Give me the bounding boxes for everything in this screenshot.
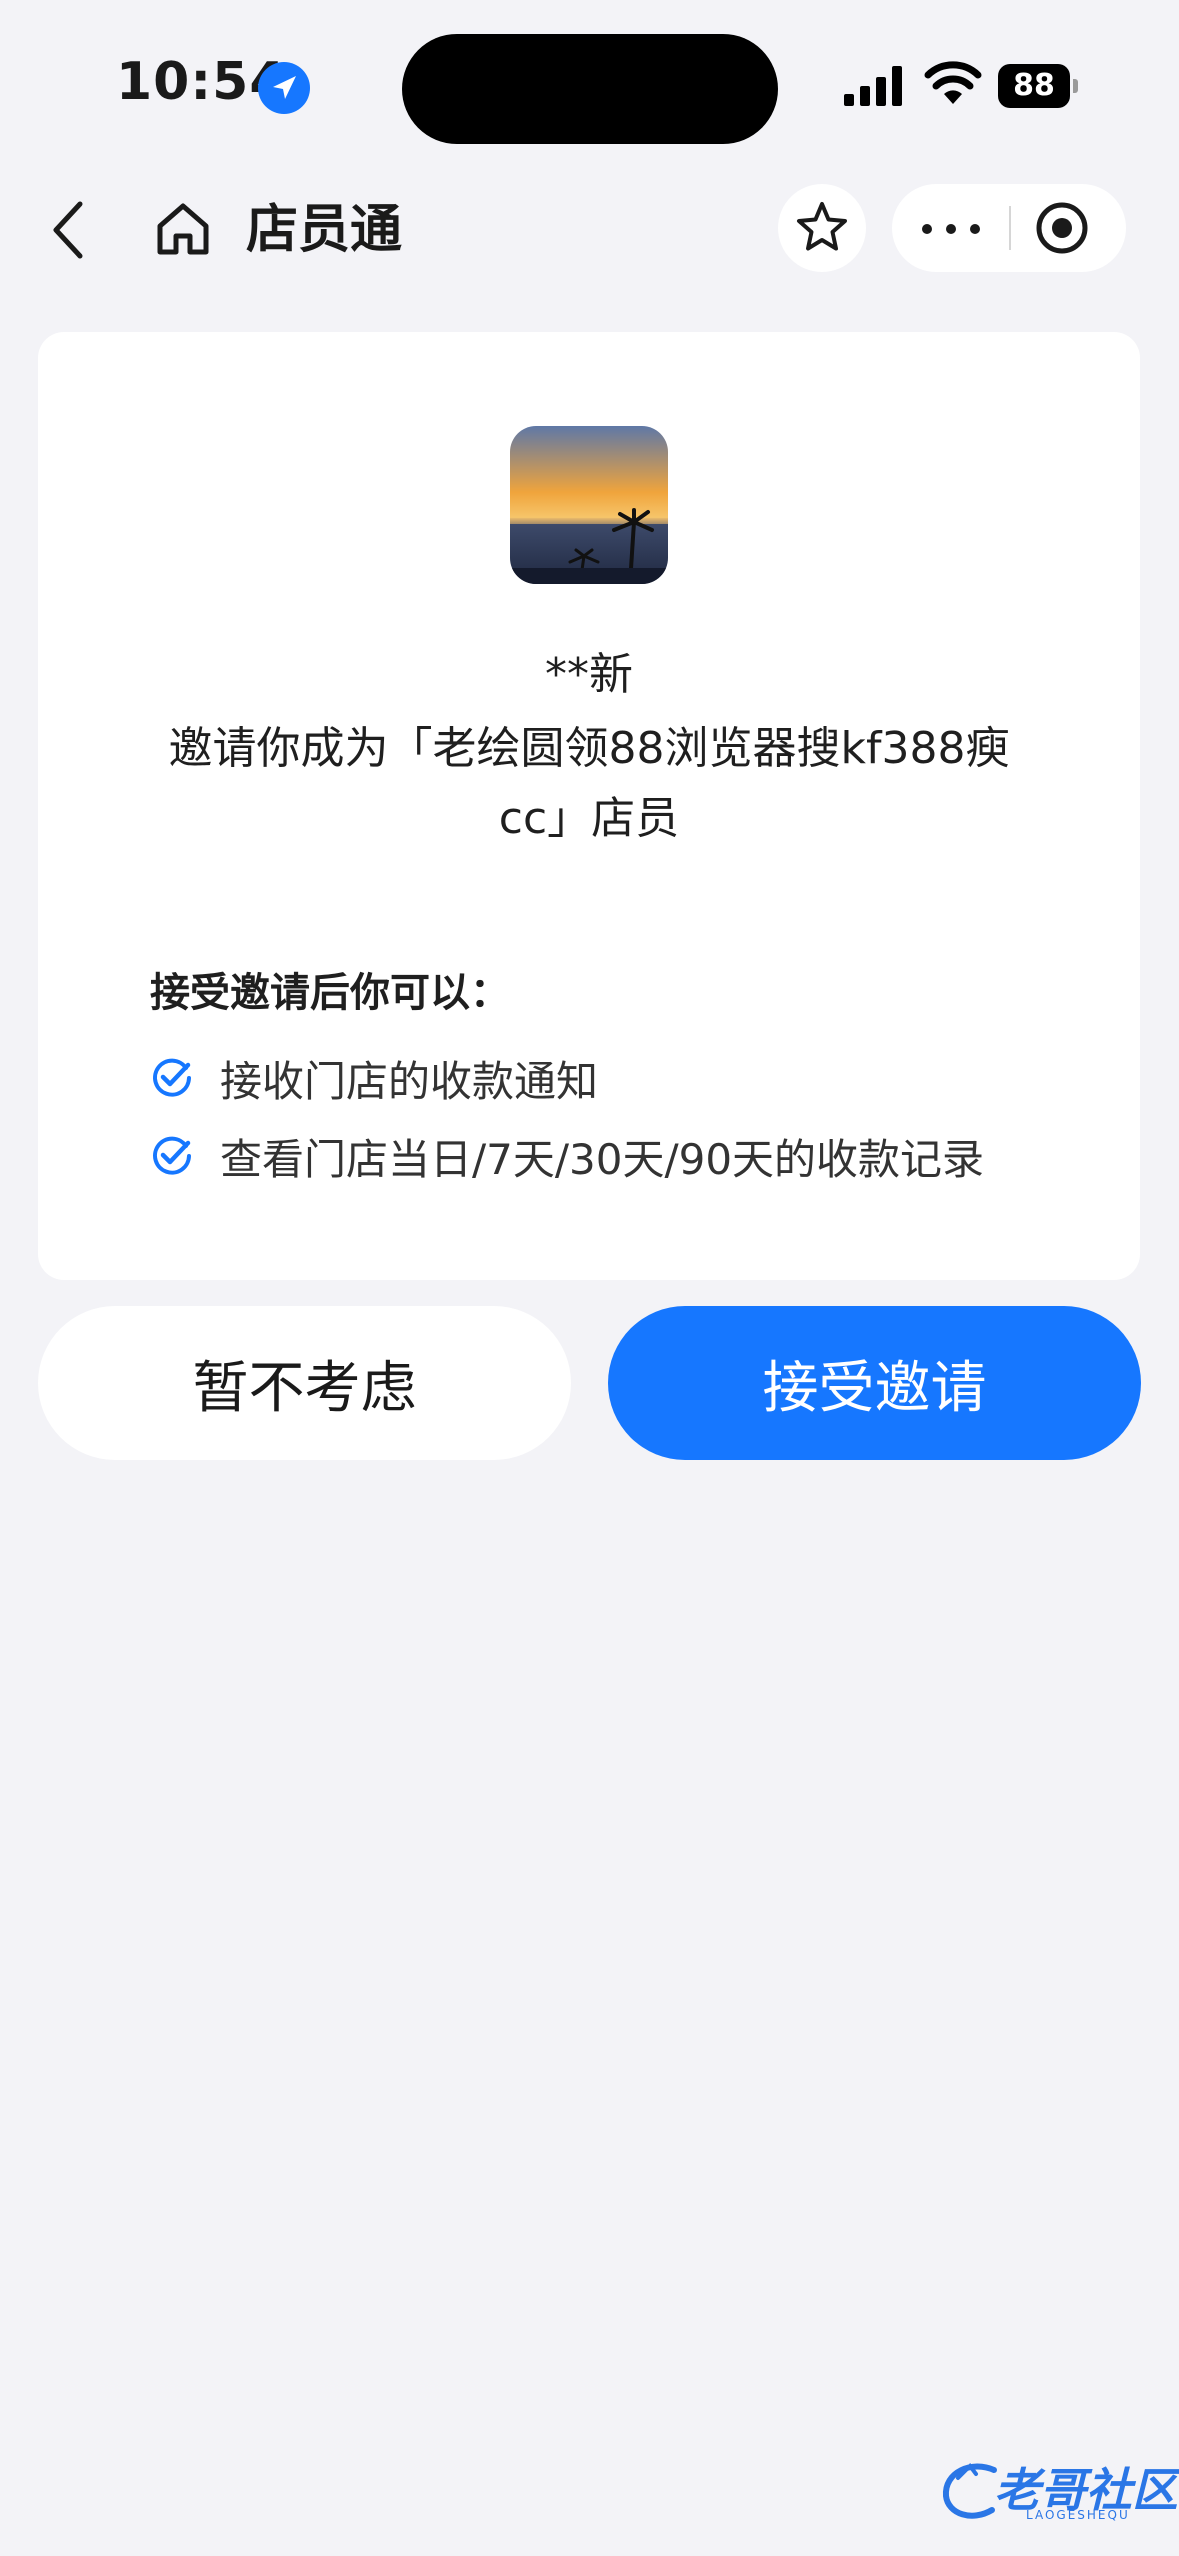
permissions-title: 接受邀请后你可以： [150,970,510,1016]
inviter-name: **新 [545,649,633,700]
permission-item: 接收门店的收款通知 [150,1048,598,1108]
accept-invite-button[interactable]: 接受邀请 [608,1306,1141,1460]
check-circle-icon [153,1136,191,1175]
close-miniprogram-icon[interactable] [1034,200,1090,256]
page-title: 店员通 [246,200,403,260]
cellular-signal-icon [844,66,902,106]
permission-label: 接收门店的收款通知 [220,1056,599,1106]
capsule-divider [1009,206,1011,250]
check-circle-icon [153,1058,191,1097]
watermark-subtext: LAOGESHEQU [1026,2508,1130,2522]
battery-indicator: 88 [998,64,1078,108]
watermark-logo: 老哥社区 LAOGESHEQU [936,2452,1178,2532]
dynamic-island [402,34,778,144]
home-icon[interactable] [152,198,214,260]
wifi-icon [924,61,982,104]
miniprogram-capsule [892,184,1126,272]
status-bar: 10:54 88 [0,0,1179,170]
location-arrow-icon [258,62,310,114]
battery-level: 88 [1013,68,1055,103]
favorite-button[interactable] [778,184,866,272]
invitation-card: **新 邀请你成为「老绘圆领88浏览器搜kf388瘐cc」店员 接受邀请后你可以… [38,332,1140,1280]
permission-label: 查看门店当日/7天/30天/90天的收款记录 [220,1134,985,1184]
store-avatar-image [510,426,668,584]
more-dots-icon[interactable] [922,224,980,234]
back-arrow-icon[interactable] [44,194,100,266]
permission-item: 查看门店当日/7天/30天/90天的收款记录 [150,1126,984,1186]
invite-message: 邀请你成为「老绘圆领88浏览器搜kf388瘐cc」店员 [168,723,1010,844]
nav-bar: 店员通 [0,170,1179,290]
decline-button[interactable]: 暂不考虑 [38,1306,571,1460]
star-icon [797,202,847,251]
